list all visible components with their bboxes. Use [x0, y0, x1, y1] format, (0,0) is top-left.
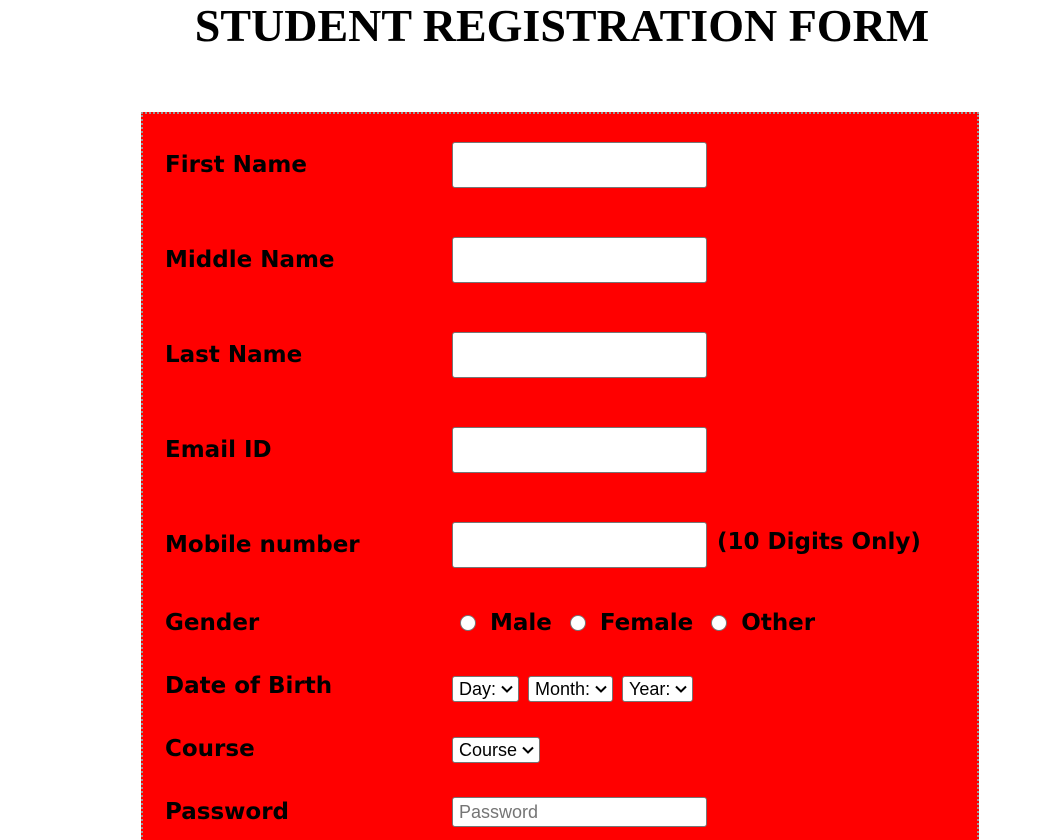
course-select[interactable]: Course — [452, 737, 541, 763]
dob-label: Date of Birth — [165, 673, 333, 699]
dob-selects: Day: Month: Year: — [452, 676, 702, 702]
page-title: STUDENT REGISTRATION FORM — [194, 0, 930, 51]
email-label: Email ID — [165, 437, 272, 463]
mobile-label: Mobile number — [165, 532, 360, 558]
middle-name-label: Middle Name — [165, 247, 335, 273]
gender-label: Gender — [165, 610, 260, 636]
last-name-input[interactable] — [452, 332, 707, 378]
dob-year-select[interactable]: Year: — [622, 676, 694, 702]
first-name-label: First Name — [165, 152, 307, 178]
gender-female-label: Female — [599, 610, 694, 636]
chevron-down-icon — [501, 685, 513, 693]
registration-form: First Name Middle Name Last Name Email I… — [141, 112, 979, 840]
mobile-input[interactable] — [452, 522, 707, 568]
last-name-label: Last Name — [165, 342, 303, 368]
chevron-down-icon — [675, 685, 688, 693]
mobile-hint: (10 Digits Only) — [717, 529, 921, 555]
course-label: Course — [165, 736, 255, 762]
dob-month-select[interactable]: Month: — [528, 676, 614, 702]
dob-month-value: Month: — [535, 678, 591, 699]
chevron-down-icon — [595, 685, 607, 693]
password-input[interactable] — [452, 797, 707, 827]
email-input[interactable] — [452, 427, 707, 473]
course-select-value: Course — [459, 739, 518, 760]
gender-other-label: Other — [741, 610, 816, 636]
gender-male-radio[interactable] — [460, 615, 476, 631]
gender-options: Male Female Other — [452, 608, 825, 638]
first-name-input[interactable] — [452, 142, 707, 188]
course-select-row: Course — [452, 737, 549, 763]
dob-day-value: Day: — [459, 678, 497, 699]
gender-female-radio[interactable] — [569, 615, 586, 631]
chevron-down-icon — [522, 746, 534, 754]
gender-other-radio[interactable] — [711, 615, 728, 631]
middle-name-input[interactable] — [452, 237, 707, 283]
dob-day-select[interactable]: Day: — [452, 676, 520, 702]
gender-male-label: Male — [490, 610, 552, 636]
password-label: Password — [165, 799, 289, 825]
dob-year-value: Year: — [629, 678, 671, 699]
